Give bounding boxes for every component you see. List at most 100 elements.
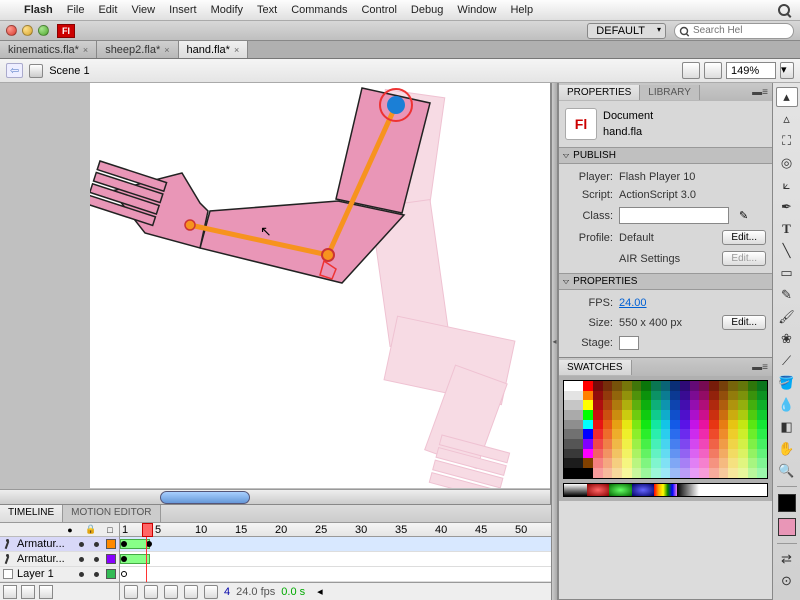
swatch[interactable] [680, 381, 690, 391]
swatch[interactable] [612, 391, 622, 401]
paint-bucket-tool[interactable]: 🪣 [776, 373, 798, 393]
swatch[interactable] [728, 420, 738, 430]
swatch[interactable] [680, 400, 690, 410]
swatch[interactable] [661, 439, 671, 449]
swatch[interactable] [622, 410, 632, 420]
swatch[interactable] [603, 429, 613, 439]
swatch[interactable] [574, 429, 584, 439]
swatch[interactable] [748, 410, 758, 420]
fill-color-well[interactable] [778, 518, 796, 536]
swatch[interactable] [583, 449, 593, 459]
window-minimize[interactable] [22, 25, 33, 36]
swatch[interactable] [574, 400, 584, 410]
swatch[interactable] [748, 400, 758, 410]
swatch[interactable] [632, 449, 642, 459]
swatch[interactable] [670, 400, 680, 410]
swatch[interactable] [690, 400, 700, 410]
swatch[interactable] [680, 458, 690, 468]
swatch[interactable] [748, 420, 758, 430]
swatch[interactable] [670, 458, 680, 468]
lasso-tool[interactable]: ⟀ [776, 175, 798, 195]
swatch[interactable] [641, 381, 651, 391]
swatch[interactable] [574, 410, 584, 420]
swatch[interactable] [574, 458, 584, 468]
swatch[interactable] [612, 381, 622, 391]
swatch[interactable] [651, 449, 661, 459]
swatch[interactable] [738, 400, 748, 410]
swatch[interactable] [738, 439, 748, 449]
swatch[interactable] [593, 458, 603, 468]
swatch[interactable] [641, 449, 651, 459]
deco-tool[interactable]: ❀ [776, 329, 798, 349]
swatch[interactable] [641, 429, 651, 439]
swatch[interactable] [709, 410, 719, 420]
swatch[interactable] [651, 439, 661, 449]
swatch[interactable] [632, 468, 642, 478]
swatch[interactable] [699, 420, 709, 430]
selection-tool[interactable]: ▴ [776, 87, 798, 107]
swatch[interactable] [593, 381, 603, 391]
swatch[interactable] [719, 429, 729, 439]
swatch[interactable] [641, 458, 651, 468]
swatch[interactable] [670, 449, 680, 459]
swatch[interactable] [680, 439, 690, 449]
swatch[interactable] [661, 400, 671, 410]
fps-value[interactable]: 24.00 [619, 297, 647, 309]
tab-motion-editor[interactable]: MOTION EDITOR [63, 505, 160, 522]
edit-size-button[interactable]: Edit... [722, 315, 766, 330]
doc-tab-hand[interactable]: hand.fla*× [179, 41, 249, 58]
stage-color-well[interactable] [619, 336, 639, 350]
swatch[interactable] [709, 420, 719, 430]
swatch[interactable] [661, 449, 671, 459]
tab-library[interactable]: LIBRARY [640, 85, 700, 100]
swatch[interactable] [564, 468, 574, 478]
swatch[interactable] [738, 429, 748, 439]
swatch[interactable] [632, 410, 642, 420]
swatch[interactable] [612, 410, 622, 420]
scene-name[interactable]: Scene 1 [49, 65, 89, 77]
swatch[interactable] [670, 439, 680, 449]
swatch[interactable] [748, 468, 758, 478]
swatch[interactable] [632, 391, 642, 401]
swatch[interactable] [757, 420, 767, 430]
pen-tool[interactable]: ✒ [776, 197, 798, 217]
swatch[interactable] [728, 468, 738, 478]
swatch[interactable] [699, 458, 709, 468]
swatch[interactable] [612, 468, 622, 478]
swatch[interactable] [612, 400, 622, 410]
swatch[interactable] [738, 391, 748, 401]
swatch[interactable] [593, 439, 603, 449]
swatch[interactable] [603, 439, 613, 449]
swatch[interactable] [748, 439, 758, 449]
gradient-swatches[interactable] [563, 483, 768, 497]
doc-tab-sheep2[interactable]: sheep2.fla*× [97, 41, 178, 58]
menu-edit[interactable]: Edit [98, 4, 117, 16]
swatch[interactable] [670, 410, 680, 420]
layer-row[interactable]: Armatur... [0, 537, 119, 552]
swatch[interactable] [632, 420, 642, 430]
swatch[interactable] [622, 449, 632, 459]
swatch[interactable] [757, 429, 767, 439]
swatch[interactable] [574, 381, 584, 391]
outline-icon[interactable]: □ [105, 525, 115, 535]
swatch[interactable] [641, 391, 651, 401]
menu-modify[interactable]: Modify [211, 4, 243, 16]
swatch[interactable] [583, 410, 593, 420]
swatch[interactable] [757, 458, 767, 468]
swatch[interactable] [622, 391, 632, 401]
stage-area[interactable]: ↖ [0, 83, 551, 504]
swatch[interactable] [709, 449, 719, 459]
properties-section-head[interactable]: PROPERTIES [559, 273, 772, 290]
swatch[interactable] [632, 439, 642, 449]
swatch[interactable] [757, 449, 767, 459]
swatch[interactable] [709, 439, 719, 449]
tab-properties[interactable]: PROPERTIES [559, 85, 640, 100]
frame-ruler[interactable]: 15101520253035404550 [120, 523, 551, 537]
swatch[interactable] [699, 391, 709, 401]
swatch[interactable] [680, 410, 690, 420]
swatch[interactable] [603, 391, 613, 401]
swatch[interactable] [738, 449, 748, 459]
swatch[interactable] [719, 381, 729, 391]
spotlight-icon[interactable] [778, 4, 790, 16]
swatch[interactable] [748, 429, 758, 439]
